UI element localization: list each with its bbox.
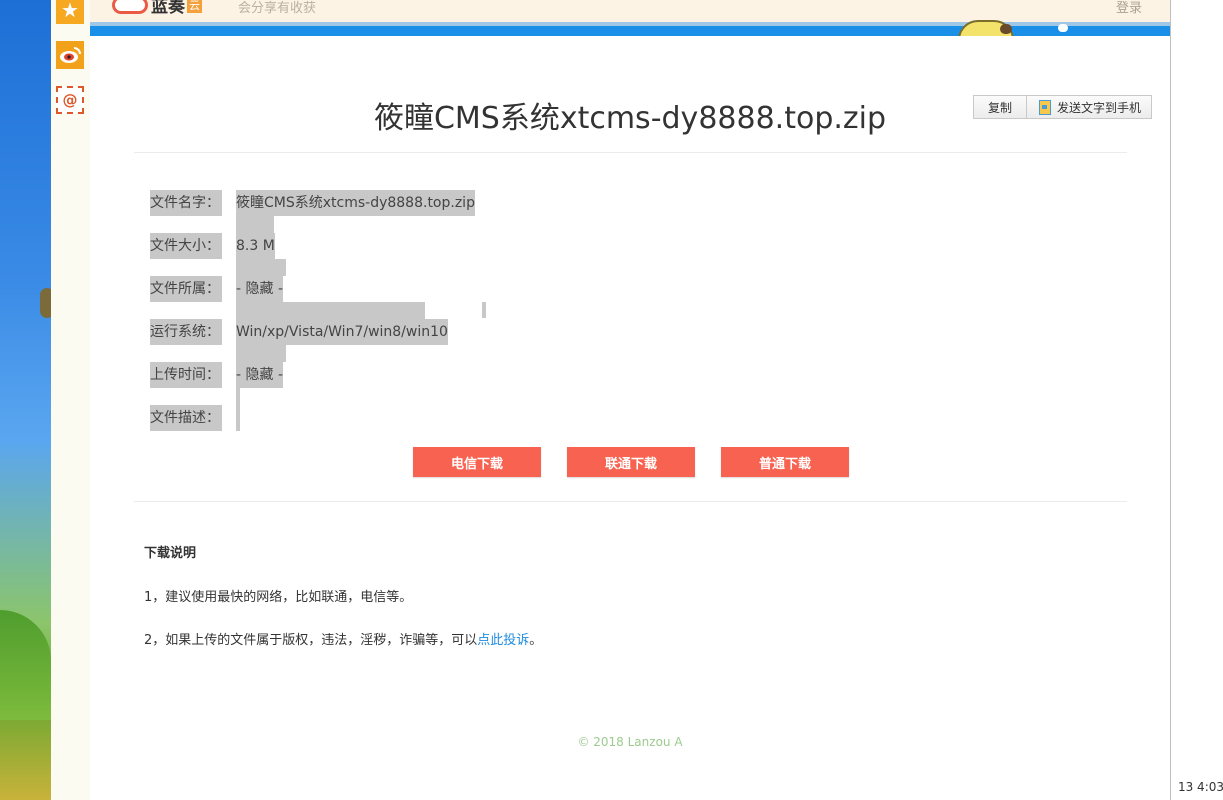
info-label: 文件名字： [150, 190, 222, 216]
web-page: 蓝奏 云 会分享有收获 登录 复制 发送文字到手机 筱瞳CMS系统xtcms-d… [90, 0, 1170, 800]
normal-download-button[interactable]: 普通下载 [721, 447, 849, 477]
info-label: 文件大小： [150, 233, 222, 259]
selection-fill [236, 259, 286, 276]
file-title: 筱瞳CMS系统xtcms-dy8888.top.zip [373, 101, 887, 136]
desktop-wallpaper [0, 0, 54, 800]
star-icon[interactable]: ★ [56, 0, 84, 24]
info-value: Win/xp/Vista/Win7/win8/win10 [236, 319, 448, 345]
info-value: - 隐藏 - [236, 362, 284, 388]
info-value: - 隐藏 - [236, 276, 284, 302]
download-note-1: 1，建议使用最快的网络，比如联通，电信等。 [144, 590, 413, 605]
info-value [236, 405, 240, 431]
site-slogan: 会分享有收获 [238, 1, 317, 16]
weibo-glyph [60, 47, 81, 63]
info-value: 8.3 M [236, 233, 275, 259]
info-label: 文件所属： [150, 276, 222, 302]
info-label: 文件描述： [150, 405, 222, 431]
logo-badge: 云 [187, 0, 202, 13]
unicom-download-button[interactable]: 联通下载 [567, 447, 695, 477]
logo-text: 蓝奏 [151, 0, 185, 17]
divider [134, 501, 1127, 502]
info-value: 筱瞳CMS系统xtcms-dy8888.top.zip [236, 190, 475, 216]
download-note-2: 2，如果上传的文件属于版权，违法，淫秽，诈骗等，可以点此投诉。 [144, 629, 542, 648]
cloud-icon [112, 0, 148, 14]
footer-copyright: © 2018 Lanzou A [577, 735, 683, 749]
note-text-end: 。 [529, 633, 543, 648]
download-notes-title: 下载说明 [144, 546, 197, 561]
mascot-illustration [956, 14, 1046, 36]
mascot-eye [1000, 24, 1012, 34]
note-text: 2，如果上传的文件属于版权，违法，淫秽，诈骗等，可以 [144, 633, 478, 648]
login-link[interactable]: 登录 [1116, 0, 1142, 16]
taskbar-edge: 13 4:03 [1170, 0, 1223, 800]
browser-sidebar: ★ @ [51, 0, 91, 800]
selection-fill [236, 216, 274, 233]
telecom-download-button[interactable]: 电信下载 [413, 447, 541, 477]
taskbar-clock: 13 4:03 [1177, 780, 1223, 794]
weibo-icon[interactable] [56, 41, 84, 69]
info-label: 上传时间： [150, 362, 222, 388]
selection-fill [236, 388, 240, 405]
email-icon[interactable]: @ [56, 86, 84, 114]
info-label: 运行系统： [150, 319, 222, 345]
wallpaper-hill [0, 610, 51, 720]
selection-fill [236, 345, 286, 362]
divider [134, 152, 1127, 153]
report-link[interactable]: 点此投诉 [477, 633, 529, 648]
mascot-dot [1058, 24, 1068, 32]
site-logo[interactable]: 蓝奏 云 [112, 0, 202, 17]
selection-fill [236, 302, 425, 319]
text-cursor [482, 302, 486, 318]
